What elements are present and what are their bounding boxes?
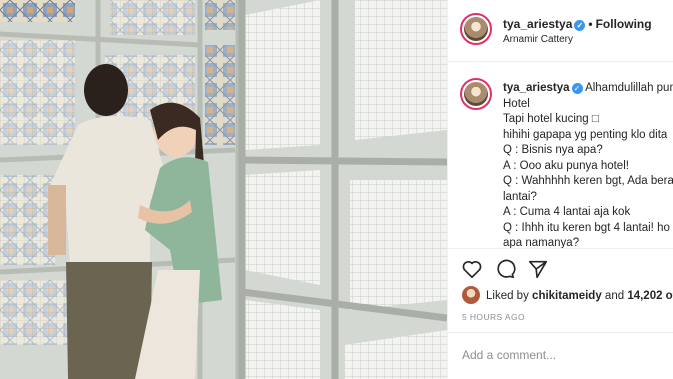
comment-box <box>448 332 673 379</box>
caption-first-line: tya_ariestya ✓ Alhamdulillah pun <box>503 81 673 97</box>
caption-line: Alhamdulillah pun <box>585 82 673 94</box>
author-username[interactable]: tya_ariestya <box>503 17 572 31</box>
author-avatar[interactable] <box>460 13 492 45</box>
likes-prefix: Liked by <box>486 290 529 302</box>
likes-summary: Liked by chikitameidy and 14,202 ot <box>462 286 673 304</box>
heart-icon[interactable] <box>461 258 483 280</box>
verified-badge-icon: ✓ <box>571 83 583 94</box>
caption-text: tya_ariestya ✓ Alhamdulillah pun Hotel Ta… <box>503 81 673 248</box>
caption-line: A : Cuma 4 lantai aja kok <box>503 206 631 218</box>
caption-line: Q : Ihhh itu keren bgt 4 lantai! ho <box>503 221 670 234</box>
post-timestamp[interactable]: 5 HOURS AGO <box>462 312 525 322</box>
author-username-row: tya_ariestya ✓ • Following <box>503 17 652 31</box>
caption-area: tya_ariestya ✓ Alhamdulillah pun Hotel Ta… <box>448 62 673 248</box>
caption-line: Q : Wahhhhh keren bgt, Ada bera <box>503 175 673 187</box>
post-location[interactable]: Arnamir Cattery <box>503 34 573 45</box>
post-detail-panel: tya_ariestya ✓ • Following Arnamir Cattery … <box>447 0 673 379</box>
post-photo[interactable] <box>0 0 447 379</box>
comment-bubble-icon[interactable] <box>494 258 516 280</box>
caption-line: Hotel <box>503 97 530 110</box>
liker-username[interactable]: chikitameidy <box>532 290 602 302</box>
liker-avatar[interactable] <box>462 286 480 304</box>
verified-badge-icon: ✓ <box>574 20 586 31</box>
paper-plane-icon[interactable] <box>527 258 549 280</box>
caption-line: Tapi hotel kucing □ <box>503 113 599 125</box>
caption-line: A : Ooo aku punya hotel! <box>503 159 629 172</box>
likes-count[interactable]: 14,202 ot <box>627 290 673 302</box>
action-bar <box>448 248 673 288</box>
separator-dot: • <box>588 17 593 31</box>
caption-line: hihihi gapapa yg penting klo dita <box>503 128 668 141</box>
caption-line: lantai? <box>503 190 537 203</box>
caption-author-avatar[interactable] <box>460 78 492 110</box>
likes-conjunction: and <box>604 290 625 302</box>
caption-line: Q : Bisnis nya apa? <box>503 144 603 156</box>
post-header: tya_ariestya ✓ • Following Arnamir Cattery <box>448 0 673 62</box>
caption-username[interactable]: tya_ariestya <box>503 82 570 94</box>
photo-illustration <box>0 0 447 379</box>
following-button[interactable]: Following <box>596 17 652 31</box>
comment-input[interactable] <box>462 348 662 362</box>
caption-line: apa namanya? <box>503 237 580 248</box>
